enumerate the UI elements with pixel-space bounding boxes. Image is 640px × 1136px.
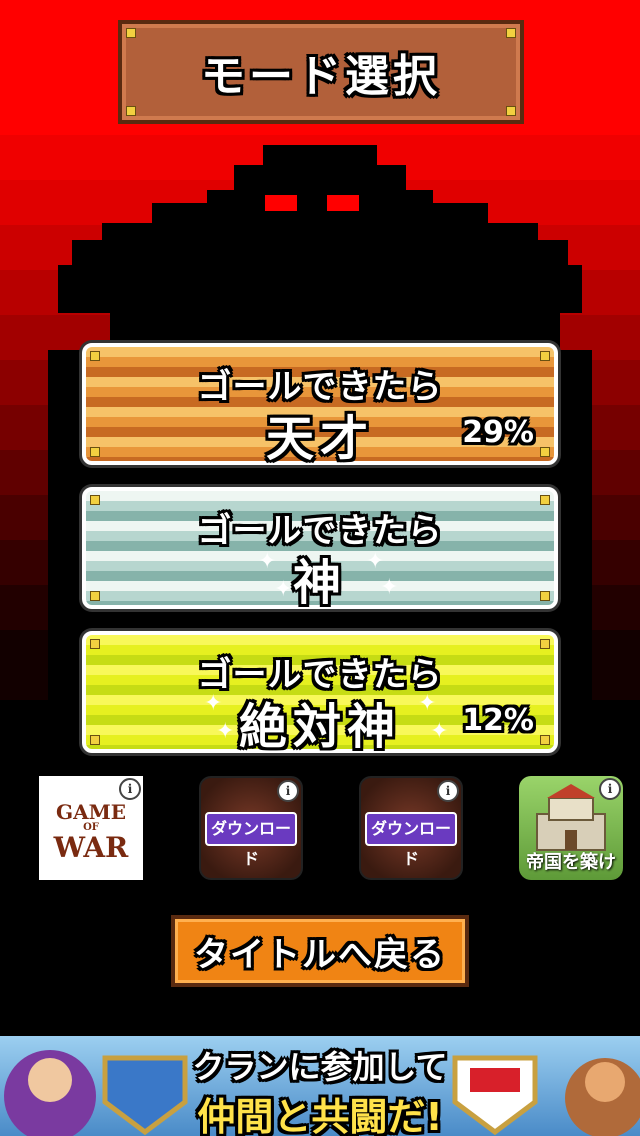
ad-game-of-war-logo: GAME OF WAR (39, 802, 143, 862)
ad-castle-game[interactable]: 帝国を築け i (519, 776, 623, 880)
sparkle-icon: ✦ (258, 549, 277, 574)
banner-headline: クランに参加して (192, 1048, 448, 1086)
mode-button-god[interactable]: ゴールできたら 神 ✦ ✦ ✦ ✦ (82, 487, 558, 611)
sparkle-icon: ✦ (204, 691, 223, 716)
mode-button-genius[interactable]: ゴールできたら 天才 29% (82, 343, 558, 467)
ad-info-icon[interactable]: i (277, 780, 299, 802)
ad-download-button[interactable]: ダウンロード (365, 812, 457, 868)
sparkle-icon: ✦ (216, 719, 235, 744)
sparkle-icon: ✦ (380, 575, 399, 600)
rivet-icon (126, 106, 136, 116)
ad-download-2[interactable]: ダウンロード i (359, 776, 463, 880)
rivet-icon (126, 28, 136, 38)
logo-text: GAME (56, 800, 126, 824)
mode-clear-rate: 12% (462, 703, 534, 738)
mode-clear-rate: 29% (462, 415, 534, 450)
logo-text: WAR (53, 831, 129, 864)
sparkle-icon: ✦ (430, 719, 449, 744)
ad-info-icon[interactable]: i (599, 778, 621, 800)
ad-info-icon[interactable]: i (119, 778, 141, 800)
mode-rank-label: 神 (292, 555, 347, 611)
ad-info-icon[interactable]: i (437, 780, 459, 802)
mode-button-absolute-god[interactable]: ゴールできたら 絶対神 12% ✦ ✦ ✦ ✦ (82, 631, 558, 755)
page-title: モード選択 (201, 51, 441, 102)
mode-select-title-plate: モード選択 (118, 20, 524, 124)
sparkle-icon: ✦ (274, 577, 293, 602)
rivet-icon (506, 106, 516, 116)
ad-banner-clash-of-clans[interactable]: クランに参加して 仲間と共闘だ! (0, 1036, 640, 1136)
banner-subheadline: 仲間と共闘だ! (197, 1095, 443, 1136)
back-to-title-label: タイトルへ戻る (194, 934, 446, 975)
sparkle-icon: ✦ (366, 549, 385, 574)
ad-download-1[interactable]: ダウンロード i (199, 776, 303, 880)
ad-game-of-war[interactable]: GAME OF WAR i (39, 776, 143, 880)
rivet-icon (506, 28, 516, 38)
back-to-title-button[interactable]: タイトルへ戻る (171, 915, 469, 987)
ad-castle-label: 帝国を築け (526, 852, 616, 873)
ad-download-button[interactable]: ダウンロード (205, 812, 297, 868)
sparkle-icon: ✦ (418, 691, 437, 716)
